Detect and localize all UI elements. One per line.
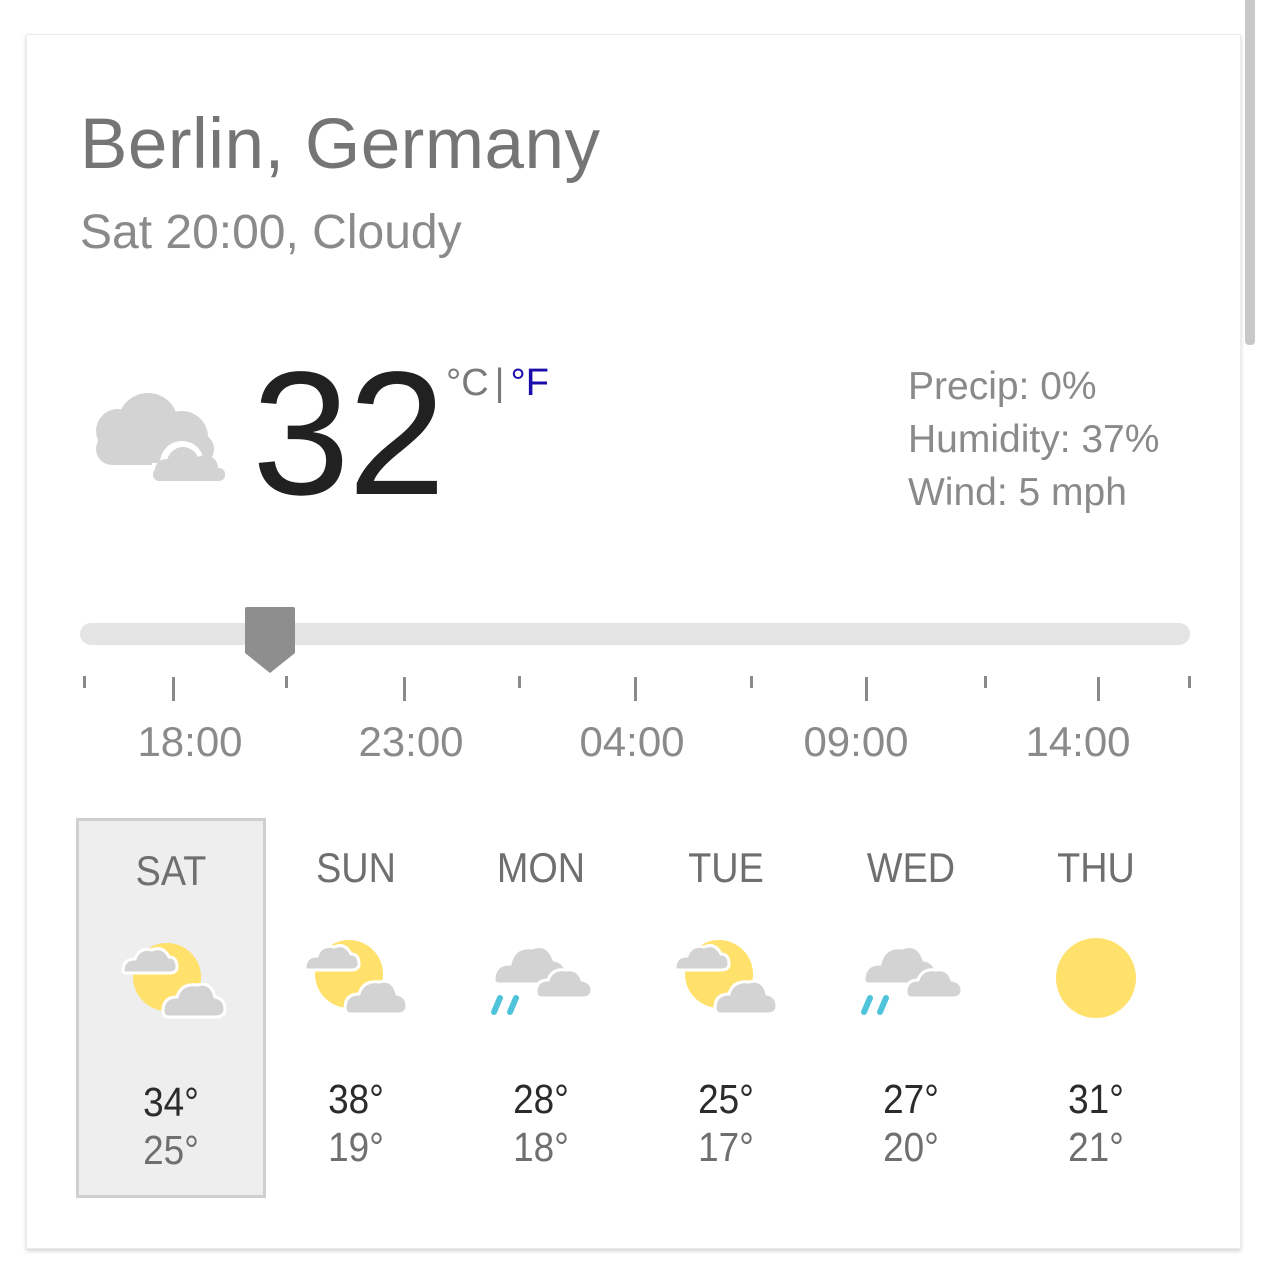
partly-cloudy-icon [673, 940, 779, 1016]
tick-mark [285, 676, 288, 688]
hour-label: 09:00 [803, 718, 909, 765]
slider-handle[interactable] [243, 605, 297, 675]
day-name: WED [866, 844, 956, 891]
day-name: THU [1057, 844, 1135, 891]
tick-mark [518, 676, 521, 688]
low-temp: 25° [143, 1127, 199, 1173]
location-title: Berlin, Germany [80, 105, 601, 184]
forecast-day-thu[interactable]: THU 31° 21° [1001, 818, 1191, 1198]
partly-cloudy-icon [121, 943, 227, 1019]
rain-icon [491, 945, 594, 1015]
day-name: MON [496, 844, 586, 891]
precip-text: Precip: 0% [908, 365, 1097, 408]
tick-mark [984, 676, 987, 688]
unit-separator: | [494, 362, 505, 404]
high-temp: 31° [1068, 1076, 1124, 1122]
tick-mark [403, 677, 406, 701]
hour-label: 04:00 [579, 718, 685, 765]
celsius-unit: °C [446, 362, 489, 404]
forecast-day-wed[interactable]: WED 27° 20° [816, 818, 1006, 1198]
scrollbar[interactable] [1245, 0, 1255, 345]
low-temp: 19° [328, 1124, 384, 1170]
hour-label: 23:00 [358, 718, 464, 765]
low-temp: 17° [698, 1124, 754, 1170]
tick-mark [172, 677, 175, 701]
rain-icon [861, 945, 964, 1015]
cloudy-icon [96, 393, 232, 485]
day-name: SUN [316, 844, 396, 891]
humidity-text: Humidity: 37% [908, 418, 1160, 461]
tick-mark [750, 676, 753, 688]
unit-toggle: °C | °F [446, 362, 549, 405]
day-name: TUE [688, 844, 764, 891]
high-temp: 34° [143, 1079, 199, 1125]
forecast-day-sun[interactable]: SUN 38° 19° [261, 818, 451, 1198]
current-temperature: 32 [252, 336, 446, 532]
hour-label: 14:00 [1025, 718, 1131, 765]
time-condition: Sat 20:00, Cloudy [80, 206, 462, 259]
fahrenheit-link[interactable]: °F [511, 362, 549, 404]
weather-details: Precip: 0% Humidity: 37% Wind: 5 mph [908, 360, 1159, 519]
low-temp: 21° [1068, 1124, 1124, 1170]
low-temp: 20° [883, 1124, 939, 1170]
tick-mark [83, 676, 86, 688]
timeline-ticks [0, 670, 1268, 710]
forecast-day-mon[interactable]: MON 28° 18° [446, 818, 636, 1198]
low-temp: 18° [513, 1124, 569, 1170]
sunny-icon [1056, 938, 1136, 1018]
tick-mark [1188, 676, 1191, 688]
high-temp: 25° [698, 1076, 754, 1122]
wind-text: Wind: 5 mph [908, 471, 1127, 514]
high-temp: 38° [328, 1076, 384, 1122]
tick-mark [634, 677, 637, 701]
forecast-day-sat[interactable]: SAT 34° 25° [76, 818, 266, 1198]
tick-mark [865, 677, 868, 701]
high-temp: 28° [513, 1076, 569, 1122]
day-name: SAT [135, 847, 207, 894]
high-temp: 27° [883, 1076, 939, 1122]
tick-mark [1097, 677, 1100, 701]
hour-label: 18:00 [137, 718, 243, 765]
partly-cloudy-icon [303, 940, 409, 1016]
forecast-day-tue[interactable]: TUE 25° 17° [631, 818, 821, 1198]
